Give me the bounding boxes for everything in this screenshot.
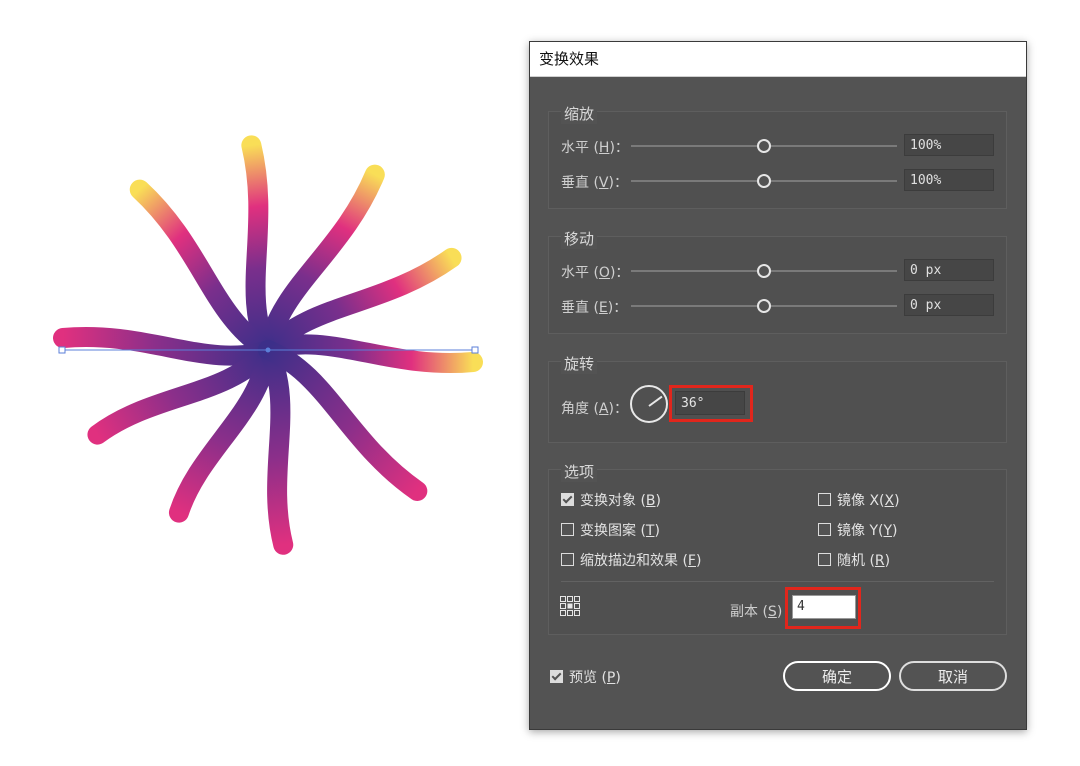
rotate-group: 旋转 角度 (A)： 36° <box>548 353 1007 443</box>
options-divider <box>561 581 994 582</box>
move-group: 移动 水平 (O)： 0 px 垂直 (E)： 0 px <box>548 228 1007 334</box>
ok-button[interactable]: 确定 <box>783 661 891 691</box>
angle-dial-icon[interactable] <box>630 385 668 423</box>
scale-vertical-row: 垂直 (V)： 100% <box>561 169 994 193</box>
scale-horizontal-field[interactable]: 100% <box>904 134 994 156</box>
random-checkbox[interactable] <box>818 553 831 566</box>
tentacle-group <box>53 135 483 555</box>
scale-horizontal-label: 水平 (H)： <box>561 140 629 156</box>
transform-effect-dialog: 变换效果 缩放 水平 (H)： 100% 垂直 (V)： 100% 移动 水平 … <box>529 41 1027 730</box>
scale-vertical-slider[interactable] <box>631 174 897 188</box>
scale-strokes-option[interactable]: 缩放描边和效果 (F) <box>561 550 701 572</box>
rotate-group-title: 旋转 <box>561 353 598 374</box>
angle-label: 角度 (A)： <box>561 401 628 417</box>
scale-group-title: 缩放 <box>561 103 598 124</box>
options-group: 选项 变换对象 (B) 变换图案 (T) 缩放描边和效果 (F) 镜像 X(X)… <box>548 461 1007 635</box>
scale-horizontal-slider[interactable] <box>631 139 897 153</box>
tentacle <box>53 327 278 366</box>
move-vertical-row: 垂直 (E)： 0 px <box>561 294 994 318</box>
scale-group: 缩放 水平 (H)： 100% 垂直 (V)： 100% <box>548 103 1007 209</box>
dialog-title: 变换效果 <box>530 42 1026 77</box>
reference-point-grid-icon[interactable] <box>559 595 581 617</box>
tentacle <box>258 164 385 360</box>
slider-thumb[interactable] <box>757 299 771 313</box>
transform-objects-option[interactable]: 变换对象 (B) <box>561 490 661 512</box>
cancel-button[interactable]: 取消 <box>899 661 1007 691</box>
scale-strokes-checkbox[interactable] <box>561 553 574 566</box>
angle-row: 角度 (A)： 36° <box>561 385 994 423</box>
reflect-x-option[interactable]: 镜像 X(X) <box>818 490 900 512</box>
preview-option[interactable]: 预览 (P) <box>550 667 621 687</box>
move-horizontal-field[interactable]: 0 px <box>904 259 994 281</box>
preview-checkbox[interactable] <box>550 670 563 683</box>
slider-thumb[interactable] <box>757 139 771 153</box>
reflect-y-option[interactable]: 镜像 Y(Y) <box>818 520 898 542</box>
move-horizontal-slider[interactable] <box>631 264 897 278</box>
move-vertical-slider[interactable] <box>631 299 897 313</box>
move-horizontal-label: 水平 (O)： <box>561 265 630 281</box>
transform-patterns-option[interactable]: 变换图案 (T) <box>561 520 660 542</box>
scale-vertical-label: 垂直 (V)： <box>561 175 628 191</box>
artwork-canvas <box>53 135 483 555</box>
random-option[interactable]: 随机 (R) <box>818 550 890 572</box>
scale-horizontal-row: 水平 (H)： 100% <box>561 134 994 158</box>
slider-thumb[interactable] <box>757 264 771 278</box>
transform-patterns-checkbox[interactable] <box>561 523 574 536</box>
move-vertical-field[interactable]: 0 px <box>904 294 994 316</box>
scale-vertical-field[interactable]: 100% <box>904 169 994 191</box>
transform-objects-checkbox[interactable] <box>561 493 574 506</box>
move-vertical-label: 垂直 (E)： <box>561 300 628 316</box>
reflect-x-checkbox[interactable] <box>818 493 831 506</box>
move-horizontal-row: 水平 (O)： 0 px <box>561 259 994 283</box>
copies-highlight-box <box>785 587 861 629</box>
slider-thumb[interactable] <box>757 174 771 188</box>
reflect-y-checkbox[interactable] <box>818 523 831 536</box>
angle-highlight-box <box>669 385 753 422</box>
move-group-title: 移动 <box>561 228 598 249</box>
options-group-title: 选项 <box>561 461 598 482</box>
copies-label: 副本 (S) <box>730 604 783 620</box>
